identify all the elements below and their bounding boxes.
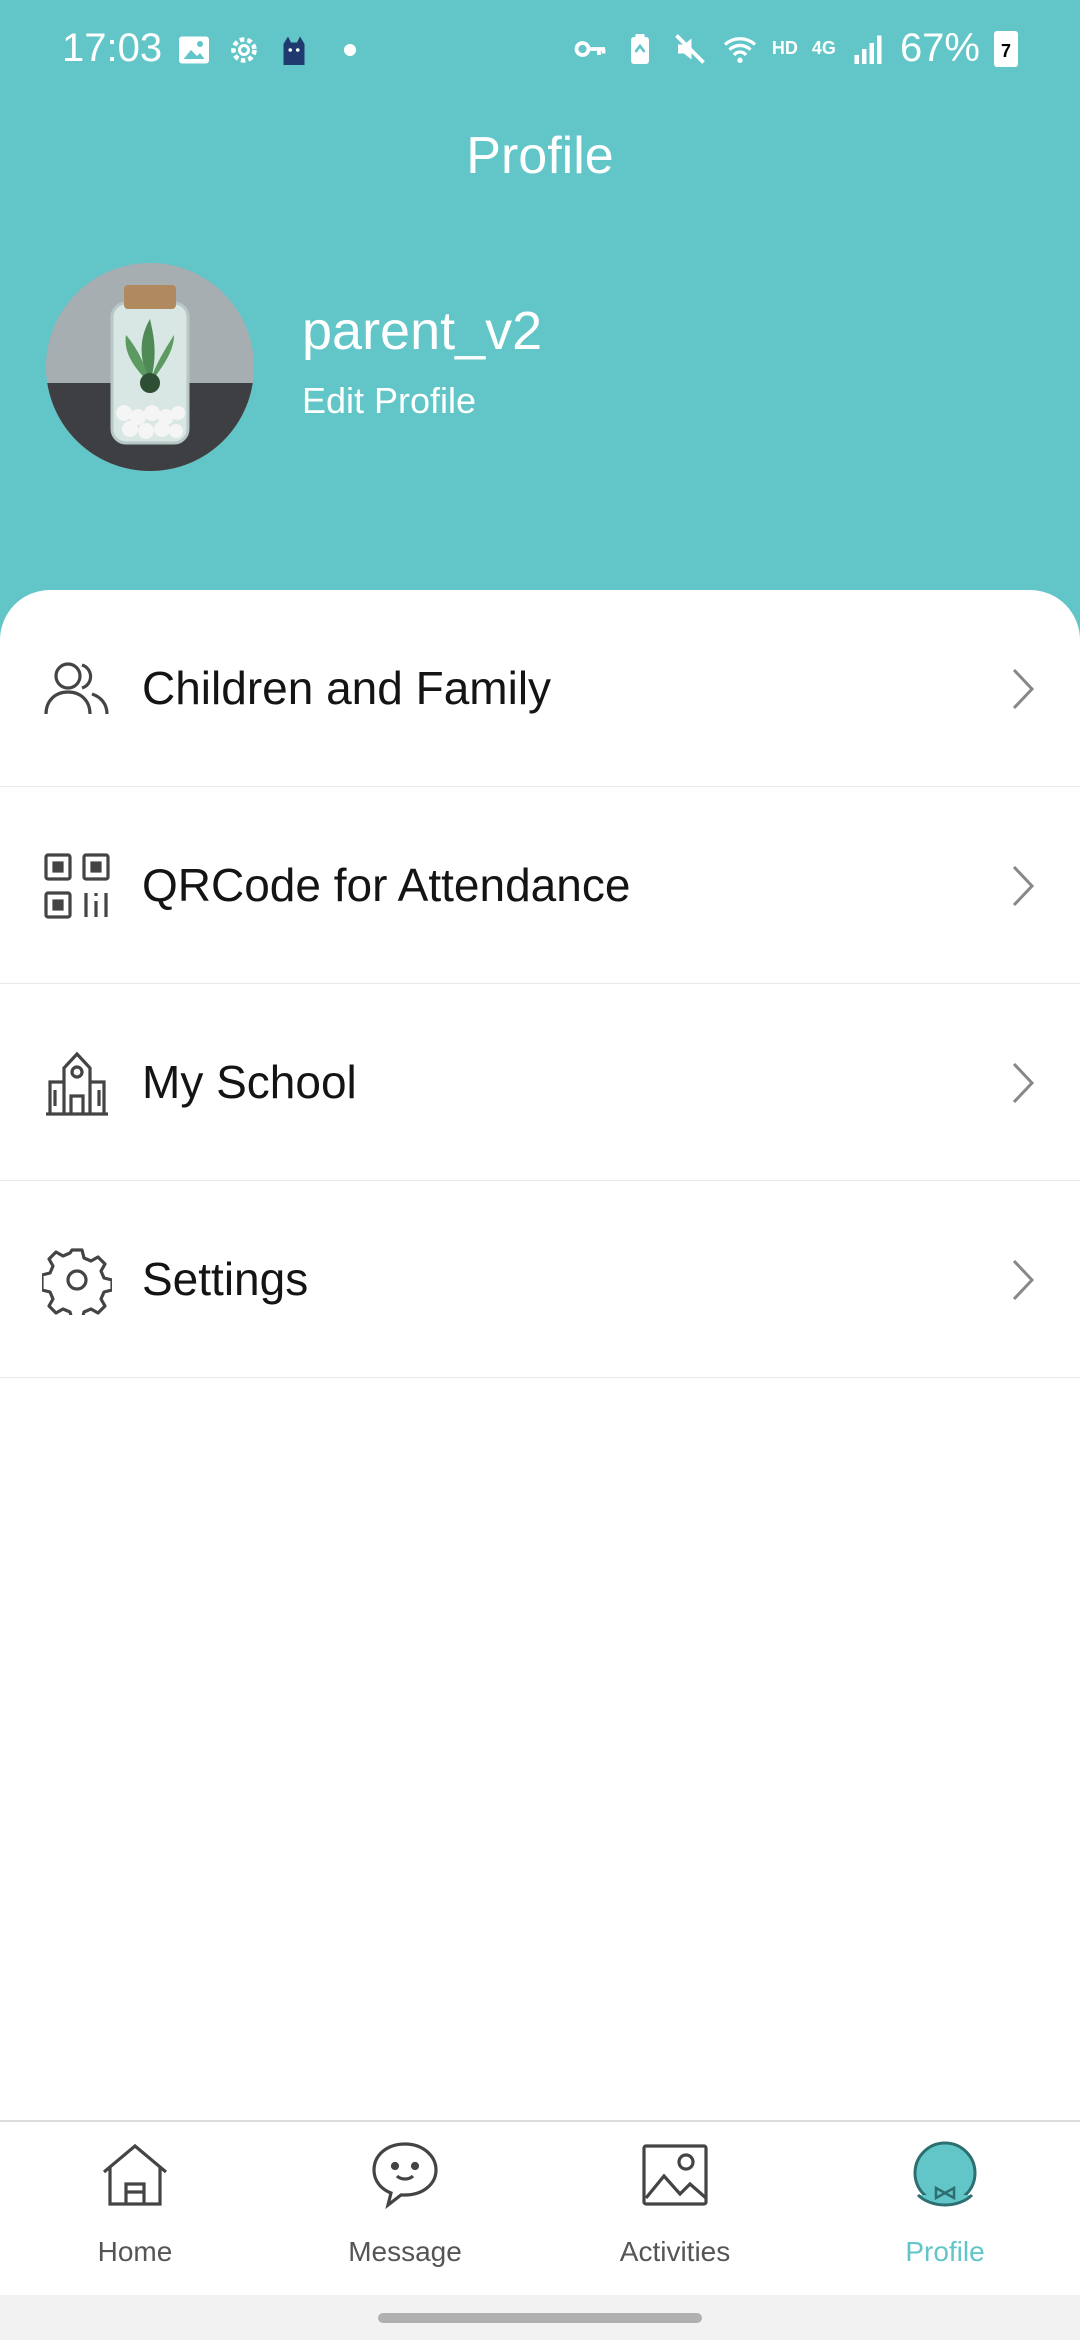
wifi-icon [723, 36, 757, 63]
menu-item-label: Children and Family [142, 662, 552, 714]
battery-percent: 67% [899, 26, 980, 70]
username: parent_v2 [302, 301, 543, 361]
chat-bubble-icon [372, 2142, 438, 2210]
image-icon [642, 2144, 708, 2206]
home-icon [102, 2143, 168, 2206]
battery-icon: 7 [994, 30, 1018, 67]
menu-item-label: QRCode for Attendance [142, 859, 631, 911]
nav-profile[interactable]: Profile [810, 2122, 1080, 2297]
more-notifications-dot [344, 44, 356, 56]
chevron-right-icon [1012, 1259, 1035, 1301]
people-icon [44, 662, 109, 715]
avatar[interactable] [46, 263, 254, 471]
gallery-notification-icon [179, 36, 209, 64]
nav-label: Activities [619, 2236, 731, 2267]
network-type: 4G [811, 38, 836, 58]
qrcode-icon [44, 853, 110, 919]
battery-badge: 7 [1000, 40, 1011, 61]
nav-home[interactable]: Home [0, 2122, 270, 2297]
notification-icons [176, 32, 356, 68]
bottom-navigation: Home Message Activities Profile [0, 2120, 1080, 2295]
menu-item-qrcode-attendance[interactable]: QRCode for Attendance [0, 787, 1080, 984]
cat-app-notification-icon [283, 36, 305, 65]
page-title: Profile [466, 127, 614, 185]
menu-item-label: Settings [142, 1253, 309, 1305]
mute-icon [675, 33, 705, 64]
profile-icon [913, 2141, 977, 2207]
nav-label: Profile [905, 2236, 985, 2267]
vpn-key-icon [574, 40, 606, 57]
status-time: 17:03 [62, 26, 163, 70]
chevron-right-icon [1012, 1062, 1035, 1104]
menu-item-label: My School [142, 1056, 357, 1108]
system-indicators: HD 4G 67% 7 [572, 26, 1018, 71]
menu-item-settings[interactable]: Settings [0, 1181, 1080, 1378]
nav-activities[interactable]: Activities [540, 2122, 810, 2297]
chevron-right-icon [1012, 865, 1035, 907]
school-icon [46, 1051, 108, 1116]
settings-notification-icon [231, 37, 257, 63]
gear-icon [42, 1248, 112, 1315]
edit-profile-link[interactable]: Edit Profile [302, 380, 476, 422]
status-bar: 17:03 HD 4G 67% 7 [0, 0, 1080, 100]
profile-menu: Children and Family QRCode for Attendanc… [0, 590, 1080, 1378]
home-gesture-bar[interactable] [378, 2313, 702, 2323]
avatar-image [46, 263, 254, 471]
menu-item-my-school[interactable]: My School [0, 984, 1080, 1181]
chevron-right-icon [1012, 668, 1035, 710]
battery-saver-icon [630, 33, 649, 64]
signal-icon [854, 35, 882, 64]
menu-item-children-family[interactable]: Children and Family [0, 590, 1080, 787]
hd-indicator: HD [771, 38, 798, 58]
nav-label: Home [97, 2236, 173, 2267]
nav-label: Message [348, 2236, 462, 2267]
nav-message[interactable]: Message [270, 2122, 540, 2297]
